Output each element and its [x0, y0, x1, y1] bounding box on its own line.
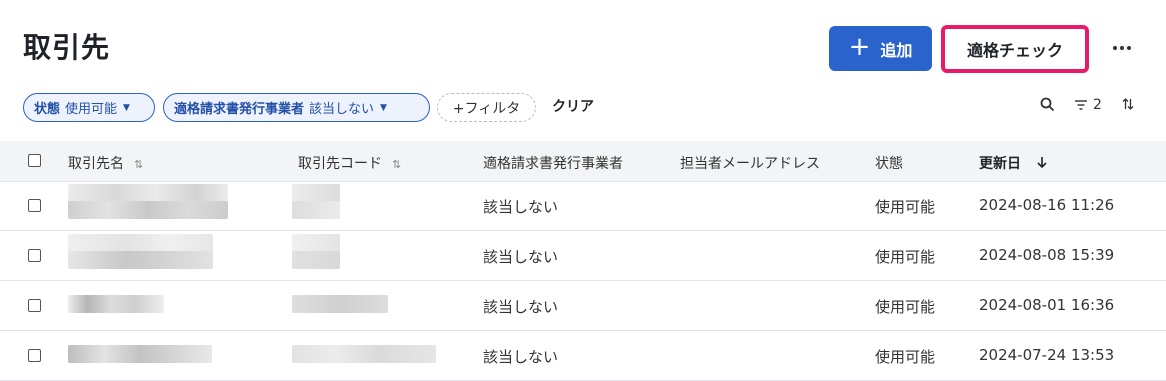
filter-chip-status-key: 状態	[34, 102, 61, 117]
redacted-name	[68, 251, 213, 269]
filter-chip-status-value: 使用可能	[65, 102, 118, 117]
table-row[interactable]: 該当しない 使用可能 2024-08-01 16:36	[0, 281, 1166, 331]
column-qualified[interactable]: 適格請求書発行事業者	[483, 153, 623, 173]
filter-count: 2	[1093, 97, 1102, 113]
row-checkbox[interactable]	[28, 349, 41, 362]
redacted-code	[292, 345, 436, 363]
redacted-name	[68, 234, 213, 252]
updated-cell: 2024-07-24 13:53	[979, 346, 1115, 364]
column-status[interactable]: 状態	[875, 153, 903, 173]
redacted-code	[292, 295, 388, 313]
arrow-down-icon	[1037, 157, 1047, 169]
table-row[interactable]: 該当しない 使用可能 2024-07-24 13:53	[0, 331, 1166, 381]
add-button[interactable]: + 追加	[829, 26, 932, 71]
qualified-cell: 該当しない	[483, 248, 559, 266]
filter-chip-qualified[interactable]: 適格請求書発行事業者 該当しない ▼	[163, 93, 430, 122]
more-icon[interactable]	[1108, 34, 1136, 62]
redacted-name	[68, 295, 164, 313]
caret-down-icon: ▼	[380, 102, 387, 113]
row-checkbox[interactable]	[28, 249, 41, 262]
page-title: 取引先	[23, 31, 111, 64]
sort-icon: ⇅	[134, 158, 144, 171]
sort-icon[interactable]	[1122, 97, 1134, 111]
check-button-label: 適格チェック	[966, 41, 1063, 60]
filter-toggle[interactable]: 2	[1074, 97, 1102, 113]
table-row[interactable]: 該当しない 使用可能 2024-08-16 11:26	[0, 181, 1166, 231]
status-cell: 使用可能	[875, 248, 936, 266]
redacted-code	[292, 184, 340, 202]
select-all-checkbox[interactable]	[28, 154, 41, 167]
clear-filters-button[interactable]: クリア	[552, 96, 594, 116]
column-email[interactable]: 担当者メールアドレス	[680, 153, 820, 173]
filter-chip-status[interactable]: 状態 使用可能 ▼	[23, 93, 155, 122]
redacted-name	[68, 184, 228, 202]
status-cell: 使用可能	[875, 348, 936, 366]
row-checkbox[interactable]	[28, 299, 41, 312]
qualified-cell: 該当しない	[483, 298, 559, 316]
search-icon[interactable]	[1040, 97, 1055, 112]
add-button-label: 追加	[880, 40, 913, 60]
redacted-name	[68, 345, 212, 363]
caret-down-icon: ▼	[123, 102, 130, 113]
status-cell: 使用可能	[875, 198, 936, 216]
filter-chip-qualified-key: 適格請求書発行事業者	[174, 102, 305, 117]
updated-cell: 2024-08-16 11:26	[979, 196, 1115, 214]
table-header: 取引先名 ⇅ 取引先コード ⇅ 適格請求書発行事業者 担当者メールアドレス 状態 更…	[0, 141, 1166, 182]
updated-cell: 2024-08-01 16:36	[979, 296, 1115, 314]
redacted-name	[68, 201, 228, 219]
sort-icon: ⇅	[392, 158, 402, 171]
row-checkbox[interactable]	[28, 199, 41, 212]
redacted-code	[292, 251, 340, 269]
qualified-cell: 該当しない	[483, 198, 559, 216]
filter-icon	[1075, 100, 1087, 110]
redacted-code	[292, 234, 340, 252]
add-filter-button[interactable]: +フィルタ	[437, 93, 536, 122]
column-updated[interactable]: 更新日	[979, 153, 1048, 173]
redacted-code	[292, 201, 340, 219]
status-cell: 使用可能	[875, 298, 936, 316]
updated-cell: 2024-08-08 15:39	[979, 246, 1115, 264]
qualified-cell: 該当しない	[483, 348, 559, 366]
filter-chip-qualified-value: 該当しない	[309, 102, 375, 117]
qualification-check-button[interactable]: 適格チェック	[941, 25, 1089, 73]
column-code[interactable]: 取引先コード ⇅	[298, 153, 401, 173]
column-name[interactable]: 取引先名 ⇅	[68, 153, 143, 173]
table-row[interactable]: 該当しない 使用可能 2024-08-08 15:39	[0, 231, 1166, 281]
plus-icon: +	[848, 32, 871, 62]
